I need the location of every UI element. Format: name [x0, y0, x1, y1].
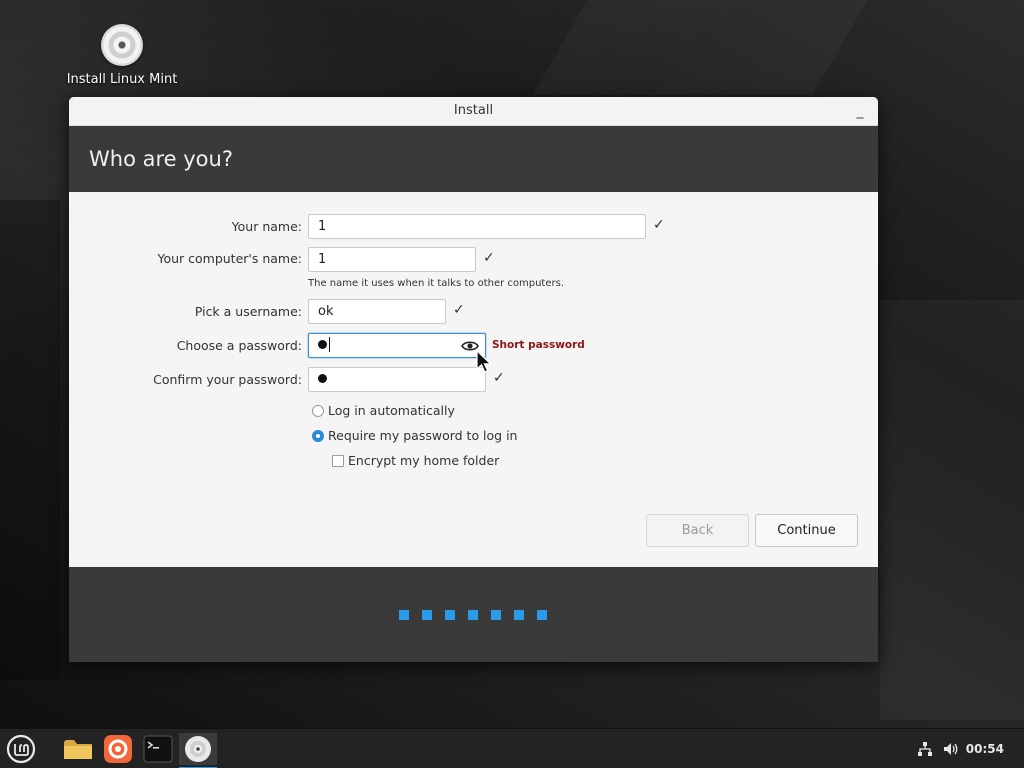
wallpaper-shape	[533, 0, 868, 95]
password-mask-dot	[318, 340, 327, 349]
terminal-icon[interactable]	[142, 733, 174, 765]
progress-step	[445, 610, 455, 620]
installer-disc-icon	[185, 736, 211, 762]
confirm-password-label: Confirm your password:	[153, 372, 302, 387]
installer-window: Install _ Who are you? Your name: 1 ✓ Yo…	[69, 97, 878, 662]
login-auto-option[interactable]: Log in automatically	[312, 403, 455, 419]
desktop-icon-install[interactable]: Install Linux Mint	[62, 24, 182, 87]
mint-menu-icon[interactable]	[5, 733, 37, 765]
form-area: Your name: 1 ✓ Your computer's name: 1 ✓…	[69, 192, 878, 567]
password-strength-label: Short password	[492, 339, 585, 351]
encrypt-home-option[interactable]: Encrypt my home folder	[332, 453, 499, 469]
continue-button[interactable]: Continue	[755, 514, 858, 547]
name-label: Your name:	[231, 219, 302, 234]
name-input[interactable]: 1	[308, 214, 646, 239]
name-valid-icon: ✓	[653, 217, 665, 233]
login-auto-radio[interactable]	[312, 404, 324, 417]
password-input[interactable]	[308, 333, 486, 358]
progress-step	[468, 610, 478, 620]
page-title: Who are you?	[69, 126, 878, 192]
encrypt-home-checkbox[interactable]	[332, 454, 344, 467]
firefox-icon[interactable]	[102, 733, 134, 765]
progress-step	[491, 610, 501, 620]
back-button[interactable]: Back	[646, 514, 749, 547]
computer-name-label: Your computer's name:	[157, 251, 302, 266]
login-require-radio[interactable]	[312, 429, 324, 442]
confirm-password-valid-icon: ✓	[493, 370, 505, 386]
username-label: Pick a username:	[194, 304, 302, 319]
network-icon[interactable]	[917, 741, 933, 757]
progress-step	[514, 610, 524, 620]
wallpaper-shape	[880, 300, 1024, 720]
mouse-pointer-icon	[476, 350, 493, 373]
progress-step	[399, 610, 409, 620]
installer-footer	[69, 567, 878, 662]
login-auto-label: Log in automatically	[328, 403, 455, 418]
password-label: Choose a password:	[176, 338, 302, 353]
password-mask-dot	[318, 374, 327, 383]
confirm-password-input[interactable]	[308, 367, 486, 392]
computer-name-input[interactable]: 1	[308, 247, 476, 272]
progress-step	[537, 610, 547, 620]
login-require-label: Require my password to log in	[328, 428, 518, 443]
window-titlebar[interactable]: Install _	[69, 97, 878, 126]
folder-icon[interactable]	[62, 733, 94, 765]
computer-name-valid-icon: ✓	[483, 250, 495, 266]
progress-step	[422, 610, 432, 620]
taskbar-installer-window[interactable]	[179, 733, 217, 768]
volume-icon[interactable]	[943, 741, 959, 757]
wallpaper-shape	[0, 200, 60, 680]
text-caret	[329, 337, 330, 352]
login-require-option[interactable]: Require my password to log in	[312, 428, 517, 444]
clock[interactable]: 00:54	[966, 729, 1004, 768]
taskbar: 00:54	[0, 728, 1024, 768]
computer-name-hint: The name it uses when it talks to other …	[308, 278, 565, 289]
encrypt-home-label: Encrypt my home folder	[348, 453, 500, 468]
minimize-button[interactable]: _	[852, 97, 868, 125]
username-input[interactable]: ok	[308, 299, 446, 324]
window-title: Install	[453, 103, 494, 118]
installer-disc-icon	[101, 24, 143, 66]
username-valid-icon: ✓	[453, 302, 465, 318]
desktop-icon-label: Install Linux Mint	[66, 72, 178, 87]
